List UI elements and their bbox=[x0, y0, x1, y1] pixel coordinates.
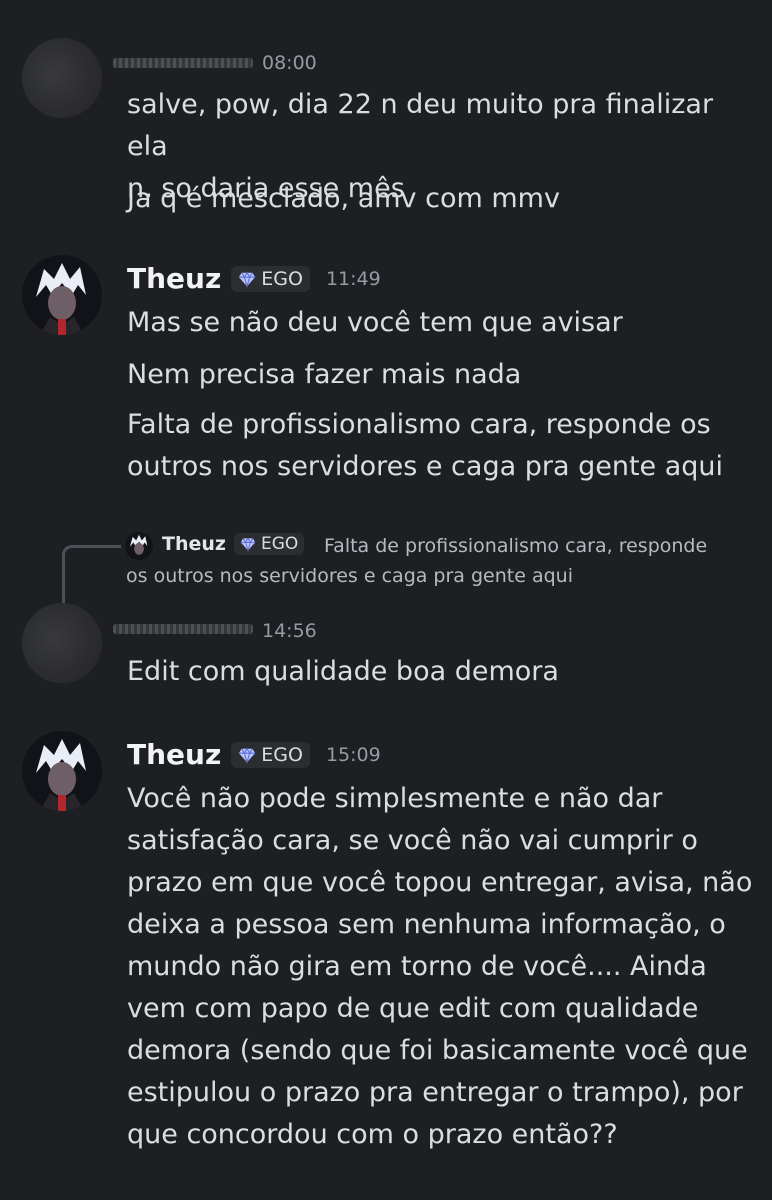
message-line: Ja q é mesclado, amv com mmv bbox=[127, 183, 560, 214]
avatar-redacted[interactable] bbox=[22, 603, 102, 683]
tag-label: EGO bbox=[261, 267, 303, 290]
message-line: Falta de profissionalismo cara, responde… bbox=[127, 409, 724, 482]
message-line: Nem precisa fazer mais nada bbox=[127, 359, 522, 390]
gem-icon bbox=[239, 271, 256, 288]
redacted-username bbox=[113, 624, 253, 634]
username[interactable]: Theuz bbox=[127, 738, 221, 771]
reply-connector bbox=[62, 545, 121, 608]
scribble-overlay bbox=[22, 38, 102, 118]
username[interactable]: Theuz bbox=[127, 262, 221, 295]
message-header: Theuz EGO 15:09 bbox=[127, 738, 381, 771]
timestamp: 08:00 bbox=[262, 52, 317, 74]
server-tag[interactable]: EGO bbox=[231, 741, 310, 768]
scribble-overlay bbox=[22, 603, 102, 683]
avatar-image bbox=[22, 731, 102, 811]
redacted-username bbox=[113, 58, 253, 68]
timestamp: 11:49 bbox=[325, 267, 381, 290]
timestamp: 15:09 bbox=[325, 743, 381, 766]
reply-preview[interactable]: Falta de profissionalismo cara, responde… bbox=[126, 531, 746, 591]
server-tag[interactable]: EGO bbox=[231, 265, 310, 292]
tag-label: EGO bbox=[261, 743, 303, 766]
avatar-theuz[interactable] bbox=[22, 731, 102, 811]
timestamp: 14:56 bbox=[262, 620, 317, 642]
message-line: Mas se não deu você tem que avisar bbox=[127, 307, 623, 338]
avatar-theuz[interactable] bbox=[22, 255, 102, 335]
avatar-image bbox=[22, 255, 102, 335]
message-header: Theuz EGO 11:49 bbox=[127, 262, 381, 295]
message-line: Você não pode simplesmente e não dar sat… bbox=[127, 783, 753, 1150]
gem-icon bbox=[239, 747, 256, 764]
message-line: Edit com qualidade boa demora bbox=[127, 656, 559, 687]
avatar-redacted[interactable] bbox=[22, 38, 102, 118]
